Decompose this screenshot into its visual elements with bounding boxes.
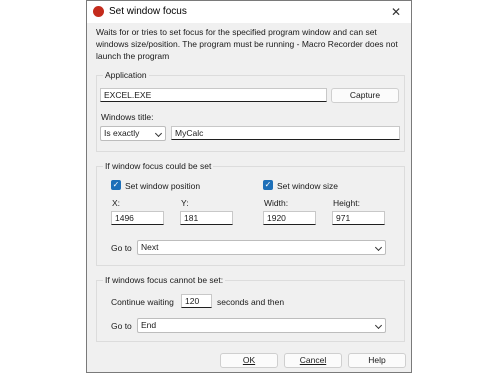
goto-end-value: End <box>141 320 157 330</box>
app-icon <box>93 6 104 17</box>
y-field[interactable]: 181 <box>180 211 233 225</box>
width-label: Width: <box>264 198 289 208</box>
chevron-down-icon <box>374 243 383 252</box>
description-line: Waits for or tries to set focus for the … <box>96 27 377 37</box>
ok-button[interactable]: OK <box>220 353 278 368</box>
description-line: launch the program <box>96 51 170 61</box>
x-label: X: <box>112 198 121 208</box>
goto-next-select[interactable]: Next <box>137 240 386 255</box>
ok-button-label: OK <box>242 355 256 365</box>
match-mode-select[interactable]: Is exactly <box>100 126 166 141</box>
set-window-position-label: Set window position <box>125 181 201 191</box>
set-window-position-checkbox[interactable]: ✓ <box>111 180 121 190</box>
windows-title-label: Windows title: <box>101 112 154 122</box>
cancel-button-label: Cancel <box>299 355 327 365</box>
set-window-size-checkbox[interactable]: ✓ <box>263 180 273 190</box>
focus-fail-group-label: If windows focus cannot be set: <box>103 275 226 285</box>
chevron-down-icon <box>374 321 383 330</box>
goto-next-value: Next <box>141 242 159 252</box>
focus-set-group-label: If window focus could be set <box>103 161 214 171</box>
continue-waiting-label: Continue waiting <box>111 297 174 307</box>
y-label: Y: <box>181 198 189 208</box>
dialog-title: Set window focus <box>109 6 187 17</box>
wait-seconds-field[interactable]: 120 <box>181 294 212 308</box>
seconds-label: seconds and then <box>217 297 285 307</box>
goto-label: Go to <box>111 243 132 253</box>
application-group-label: Application <box>103 70 149 80</box>
capture-button[interactable]: Capture <box>331 88 399 103</box>
width-field[interactable]: 1920 <box>263 211 316 225</box>
match-mode-value: Is exactly <box>104 128 140 138</box>
height-label: Height: <box>333 198 360 208</box>
help-button-label: Help <box>368 355 386 365</box>
description-line: windows size/position. The program must … <box>96 39 398 49</box>
x-field[interactable]: 1496 <box>111 211 164 225</box>
set-window-focus-dialog: Set window focus ✕ Waits for or tries to… <box>86 0 412 373</box>
close-icon[interactable]: ✕ <box>381 1 411 23</box>
exe-field[interactable]: EXCEL.EXE <box>100 88 327 102</box>
set-window-size-label: Set window size <box>277 181 338 191</box>
goto-label: Go to <box>111 321 132 331</box>
title-bar: Set window focus ✕ <box>87 1 411 23</box>
cancel-button[interactable]: Cancel <box>284 353 342 368</box>
window-title-field[interactable]: MyCalc <box>171 126 400 140</box>
help-button[interactable]: Help <box>348 353 406 368</box>
chevron-down-icon <box>154 129 163 138</box>
description: Waits for or tries to set focus for the … <box>96 26 408 62</box>
goto-end-select[interactable]: End <box>137 318 386 333</box>
height-field[interactable]: 971 <box>332 211 385 225</box>
